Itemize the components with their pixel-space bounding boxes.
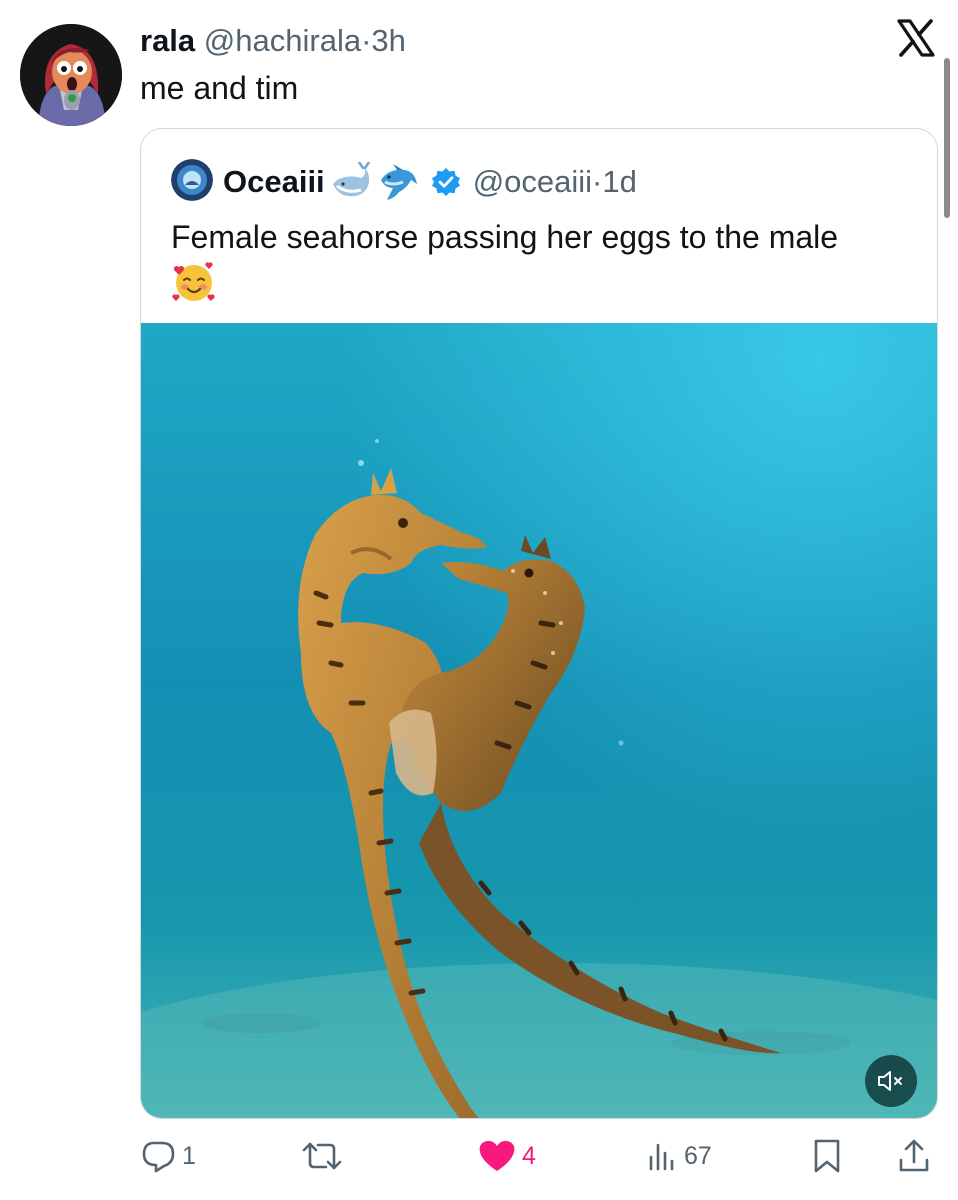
author-name[interactable]: rala [140, 23, 195, 58]
bookmark-icon [814, 1139, 840, 1173]
tweet-action-bar: 1 4 67 [0, 1130, 958, 1182]
repost-icon [302, 1142, 342, 1170]
share-button[interactable] [898, 1130, 930, 1182]
dolphin-emoji [377, 162, 421, 202]
share-icon [899, 1139, 929, 1172]
speaker-muted-icon [878, 1071, 902, 1091]
like-button[interactable]: 4 [478, 1130, 536, 1182]
smiling-face-with-hearts-emoji [171, 259, 217, 305]
whale-emoji [329, 160, 373, 202]
tweet-header: rala @hachirala·3h [140, 22, 406, 60]
author-avatar[interactable] [20, 24, 122, 126]
views-icon [649, 1143, 674, 1171]
author-handle[interactable]: @hachirala [204, 23, 361, 58]
tweet-timestamp[interactable]: 3h [371, 23, 405, 58]
quoted-separator-dot: · [592, 164, 603, 199]
heart-icon [479, 1140, 515, 1171]
quoted-tweet-header: Oceaiii @oceaiii · 1d [223, 160, 637, 203]
repost-button[interactable] [300, 1130, 350, 1182]
quoted-tweet-text: Female seahorse passing her eggs to the … [171, 219, 839, 255]
reply-button[interactable]: 1 [140, 1130, 196, 1182]
reply-count: 1 [182, 1141, 196, 1170]
scrollbar[interactable] [944, 58, 950, 218]
like-count: 4 [522, 1141, 536, 1170]
quoted-author-name[interactable]: Oceaiii [223, 164, 325, 200]
bookmark-button[interactable] [812, 1130, 842, 1182]
quoted-timestamp[interactable]: 1d [602, 164, 636, 200]
x-logo-icon[interactable] [896, 18, 936, 58]
quoted-video[interactable] [141, 323, 937, 1118]
separator-dot: · [361, 23, 372, 58]
view-count: 67 [684, 1141, 712, 1170]
reply-icon [142, 1141, 175, 1173]
quoted-tweet-card[interactable]: Oceaiii @oceaiii · 1d Female seahorse pa… [140, 128, 938, 1119]
quoted-author-avatar[interactable] [171, 159, 213, 201]
tweet-text: me and tim [140, 70, 299, 106]
views-button[interactable]: 67 [648, 1130, 712, 1182]
verified-badge-icon [431, 167, 461, 197]
mute-toggle-button[interactable] [865, 1055, 917, 1107]
quoted-author-handle[interactable]: @oceaiii [473, 164, 592, 200]
